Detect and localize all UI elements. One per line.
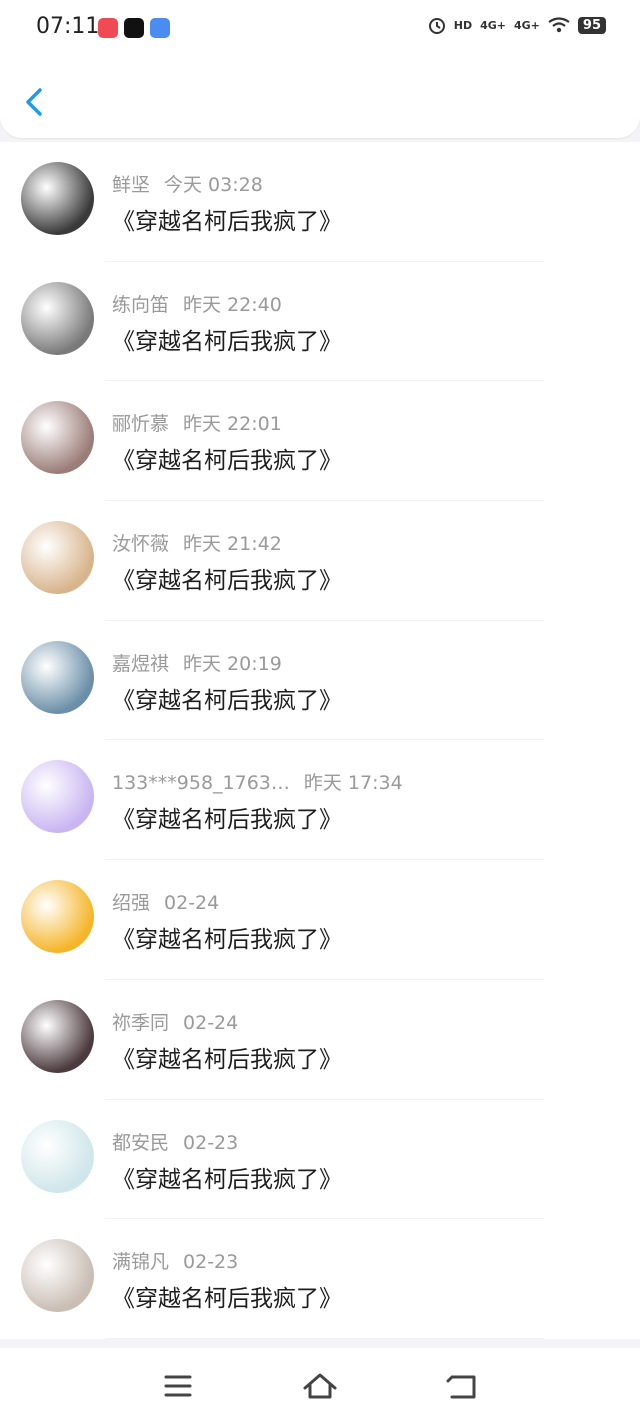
status-app-icons (98, 18, 170, 38)
message-header: 绍强 02-24 (112, 888, 219, 915)
message-time: 02-24 (164, 892, 220, 915)
message-time: 昨天 20:19 (183, 652, 282, 675)
message-header: 祢季同 02-24 (112, 1008, 238, 1035)
message-header: 练向笛 昨天 22:40 (112, 290, 282, 317)
sender-name: 满锦凡 (112, 1251, 170, 1274)
message-text: 《穿越名柯后我疯了》 (112, 1046, 342, 1073)
message-time: 今天 03:28 (164, 174, 263, 196)
menu-button[interactable] (158, 1366, 198, 1406)
status-indicators: HD 4G+ 4G+ 95 (428, 16, 606, 34)
message-time: 02-23 (183, 1131, 239, 1154)
sender-name: 133***958_1763… (112, 772, 290, 795)
message-list-item[interactable]: 绍强 02-24 《穿越名柯后我疯了》 (0, 860, 640, 980)
avatar[interactable] (21, 521, 94, 595)
message-header: 鲜坚 今天 03:28 (112, 170, 263, 197)
hd-indicator: HD (453, 18, 473, 32)
sender-name: 鲜坚 (112, 174, 151, 196)
message-text: 《穿越名柯后我疯了》 (112, 1166, 342, 1193)
avatar[interactable] (21, 401, 94, 475)
home-icon (303, 1373, 337, 1399)
status-bar: 07:11 HD 4G+ 4G+ 95 (0, 0, 640, 58)
header (0, 58, 640, 138)
avatar[interactable] (21, 1239, 94, 1313)
message-list-item[interactable]: 祢季同 02-24 《穿越名柯后我疯了》 (0, 979, 640, 1100)
message-header: 133***958_1763… 昨天 17:34 (112, 768, 403, 795)
message-time: 昨天 22:40 (183, 293, 282, 316)
message-header: 汝怀薇 昨天 21:42 (112, 529, 282, 556)
alarm-icon (428, 18, 445, 34)
chevron-left-icon (26, 88, 42, 116)
back-icon (446, 1375, 476, 1399)
message-header: 嘉煜祺 昨天 20:19 (112, 649, 282, 676)
message-list-item[interactable]: 郦忻慕 昨天 22:01 《穿越名柯后我疯了》 (0, 381, 640, 502)
system-nav-bar (0, 1348, 640, 1425)
menu-icon (164, 1375, 192, 1397)
avatar[interactable] (21, 162, 94, 235)
network-indicator-1: 4G+ (480, 18, 506, 32)
message-text: 《穿越名柯后我疯了》 (112, 927, 342, 954)
avatar[interactable] (21, 999, 94, 1073)
wifi-icon (548, 17, 570, 33)
message-header: 满锦凡 02-23 (112, 1247, 238, 1274)
message-time: 昨天 21:42 (183, 533, 282, 556)
message-list-item[interactable]: 汝怀薇 昨天 21:42 《穿越名柯后我疯了》 (0, 501, 640, 621)
sender-name: 都安民 (112, 1131, 170, 1154)
divider (105, 1337, 544, 1339)
message-text: 《穿越名柯后我疯了》 (112, 568, 342, 595)
avatar[interactable] (21, 760, 94, 834)
nav-back-button[interactable] (442, 1366, 482, 1406)
message-list-item[interactable]: 嘉煜祺 昨天 20:19 《穿越名柯后我疯了》 (0, 620, 640, 741)
message-list-item[interactable]: 133***958_1763… 昨天 17:34 《穿越名柯后我疯了》 (0, 740, 640, 861)
sender-name: 练向笛 (112, 293, 170, 316)
sender-name: 祢季同 (112, 1011, 170, 1034)
message-time: 昨天 17:34 (303, 772, 403, 795)
message-text: 《穿越名柯后我疯了》 (112, 687, 342, 714)
message-header: 都安民 02-23 (112, 1128, 238, 1155)
sender-name: 绍强 (112, 892, 151, 915)
tiktok-icon (124, 18, 144, 38)
message-header: 郦忻慕 昨天 22:01 (112, 409, 282, 436)
sender-name: 汝怀薇 (112, 533, 170, 556)
message-list-item[interactable]: 鲜坚 今天 03:28 《穿越名柯后我疯了》 (0, 142, 640, 262)
message-text: 《穿越名柯后我疯了》 (112, 328, 342, 355)
message-list-item[interactable]: 满锦凡 02-23 《穿越名柯后我疯了》 (0, 1219, 640, 1339)
status-time: 07:11 (36, 14, 100, 39)
message-text: 《穿越名柯后我疯了》 (112, 209, 342, 235)
sender-name: 嘉煜祺 (112, 652, 170, 675)
message-text: 《穿越名柯后我疯了》 (112, 807, 342, 834)
avatar[interactable] (21, 880, 94, 954)
home-button[interactable] (300, 1366, 340, 1406)
battery-indicator: 95 (577, 16, 606, 34)
app-notification-icon (150, 18, 170, 38)
message-text: 《穿越名柯后我疯了》 (112, 1286, 342, 1313)
message-list-item[interactable]: 练向笛 昨天 22:40 《穿越名柯后我疯了》 (0, 261, 640, 382)
message-time: 02-23 (183, 1251, 239, 1274)
message-time: 02-24 (183, 1011, 239, 1034)
back-button[interactable] (18, 82, 50, 122)
avatar[interactable] (21, 281, 94, 355)
message-text: 《穿越名柯后我疯了》 (112, 448, 342, 475)
message-list: 鲜坚 今天 03:28 《穿越名柯后我疯了》 练向笛 昨天 22:40 《穿越名柯后… (0, 142, 640, 1339)
avatar[interactable] (21, 1119, 94, 1193)
message-list-item[interactable]: 都安民 02-23 《穿越名柯后我疯了》 (0, 1099, 640, 1220)
app-notification-icon (98, 18, 118, 38)
avatar[interactable] (21, 640, 94, 714)
message-time: 昨天 22:01 (183, 413, 282, 436)
network-indicator-2: 4G+ (514, 18, 540, 32)
sender-name: 郦忻慕 (112, 413, 170, 436)
